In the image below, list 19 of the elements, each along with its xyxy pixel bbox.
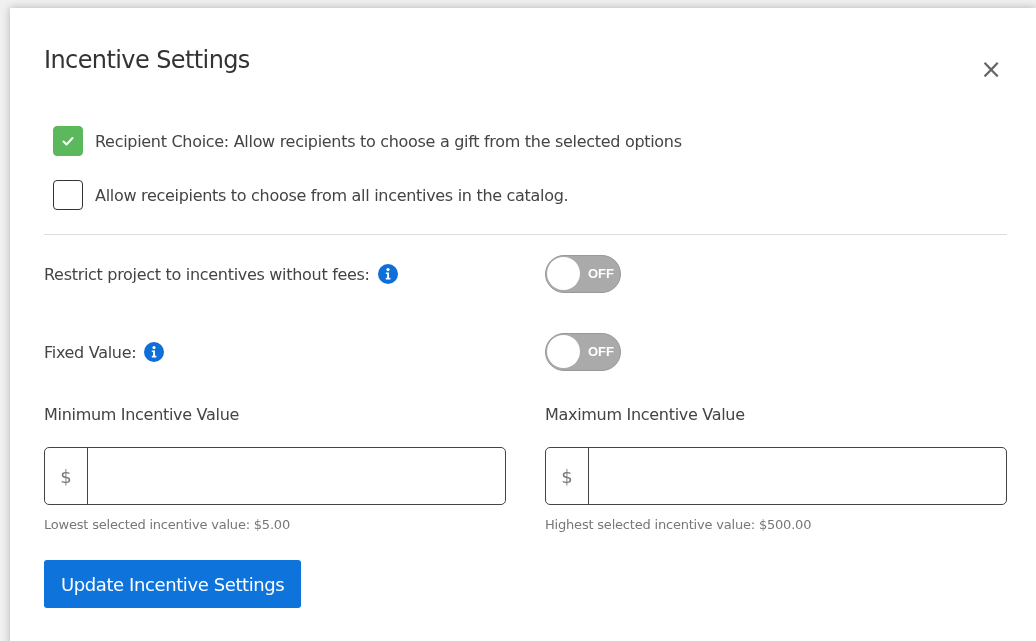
- field-label: Maximum Incentive Value: [545, 404, 746, 426]
- info-icon[interactable]: [377, 264, 398, 284]
- update-button[interactable]: Update Incentive Settings: [44, 560, 302, 608]
- toggle-switch[interactable]: OFF: [545, 255, 621, 293]
- help-text: Highest selected incentive value: $500.00: [545, 517, 813, 532]
- checkbox-label: Recipient Choice: Allow recipients to choose a gift from the selected options: [95, 131, 682, 151]
- dialog-title: Incentive Settings: [44, 46, 250, 74]
- checkbox[interactable]: [53, 126, 83, 156]
- toggle-switch[interactable]: OFF: [545, 333, 621, 371]
- info-icon[interactable]: [144, 342, 165, 362]
- setting-label: Restrict project to incentives without fees:: [44, 264, 370, 284]
- checkbox[interactable]: [53, 180, 83, 210]
- checkbox-label: Allow receipients to choose from all incentives in the catalog.: [95, 185, 569, 205]
- setting-label: Fixed Value:: [44, 342, 137, 362]
- input-field[interactable]: $: [545, 447, 1007, 505]
- close-button[interactable]: ×: [975, 54, 1007, 84]
- help-text: Lowest selected incentive value: $5.00: [44, 517, 291, 532]
- field-label: Minimum Incentive Value: [44, 404, 241, 426]
- input-field[interactable]: $: [44, 447, 506, 505]
